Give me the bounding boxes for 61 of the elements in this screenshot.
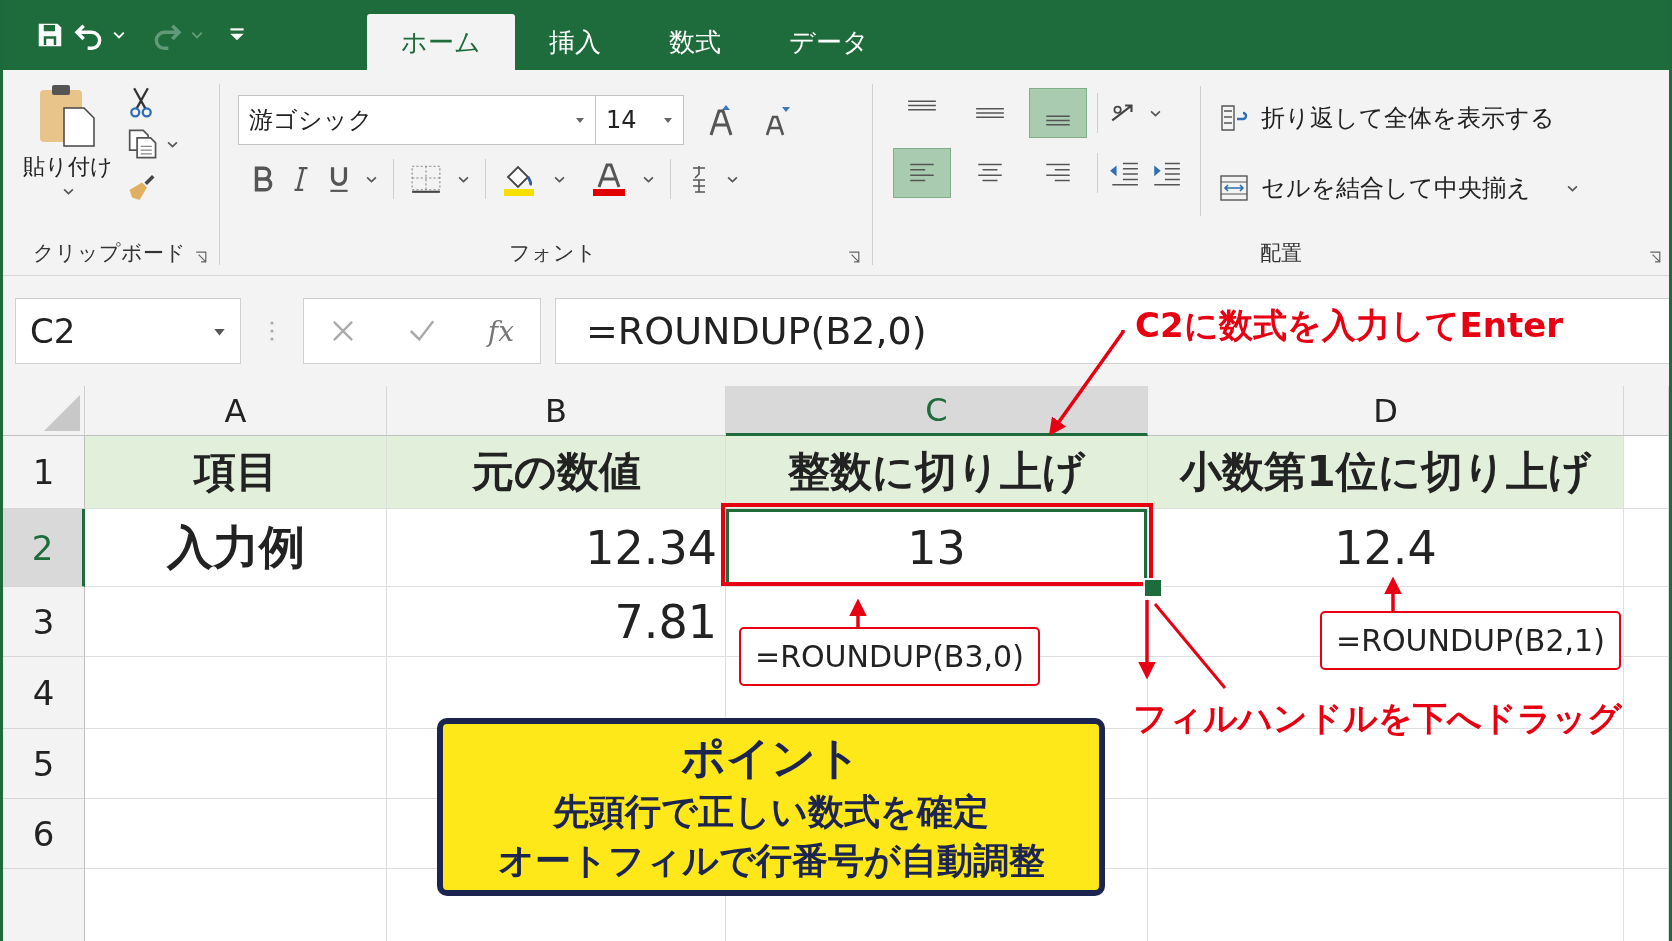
font-color-icon[interactable] xyxy=(591,161,627,197)
table-cell: 項目 xyxy=(85,436,387,509)
insert-function-button[interactable]: fx xyxy=(487,314,514,348)
table-cell: 小数第1位に切り上げ xyxy=(1148,436,1624,509)
point-text: 先頭行で正しい数式を確定 xyxy=(553,789,989,834)
table-cell: 整数に切り上げ xyxy=(726,436,1148,509)
row-header[interactable]: 4 xyxy=(3,657,85,729)
underline-icon[interactable] xyxy=(328,165,350,193)
callout-text: フィルハンドルを下へドラッグ xyxy=(1133,697,1622,740)
caret-icon[interactable] xyxy=(113,29,125,41)
formula-note: =ROUNDUP(B2,1) xyxy=(1320,611,1621,670)
column-header[interactable]: B xyxy=(387,386,726,436)
column-header[interactable]: D xyxy=(1148,386,1624,436)
column-header[interactable]: A xyxy=(85,386,387,436)
column-header[interactable]: C xyxy=(726,386,1148,436)
launcher-icon[interactable] xyxy=(848,251,860,263)
wrap-text-icon[interactable] xyxy=(1219,103,1249,133)
point-title: ポイント xyxy=(681,730,861,785)
row-header[interactable]: 2 xyxy=(3,509,85,587)
arrow xyxy=(1384,576,1402,611)
table-cell: 12.34 xyxy=(387,509,726,587)
table-cell: 入力例 xyxy=(85,509,387,587)
callout-text: C2に数式を入力してEnter xyxy=(1135,304,1564,347)
font-name-dropdown[interactable]: 游ゴシック xyxy=(238,95,596,145)
ribbon-tab[interactable]: データ xyxy=(755,14,903,70)
fill-handle[interactable] xyxy=(1143,578,1163,598)
group-label: クリップボード xyxy=(32,240,186,267)
merge-center-button[interactable]: セルを結合して中央揃え xyxy=(1261,172,1531,204)
borders-icon[interactable] xyxy=(410,164,442,194)
table-cell: 元の数値 xyxy=(387,436,726,509)
row-header[interactable]: 1 xyxy=(3,436,85,509)
copy-icon[interactable] xyxy=(127,128,157,160)
ribbon-tab[interactable]: 数式 xyxy=(635,14,755,70)
caret-icon[interactable] xyxy=(663,115,673,125)
row-header[interactable]: 5 xyxy=(3,729,85,799)
point-text: オートフィルで行番号が自動調整 xyxy=(497,838,1045,883)
bottom-align-icon[interactable] xyxy=(1029,88,1087,138)
group-label: 配置 xyxy=(1260,240,1302,267)
formula-note: =ROUNDUP(B3,0) xyxy=(739,627,1040,686)
launcher-icon[interactable] xyxy=(195,251,207,263)
paste-label[interactable]: 貼り付け xyxy=(23,152,113,182)
bold-icon[interactable] xyxy=(252,166,274,192)
arrow xyxy=(849,598,867,627)
group-label: フォント xyxy=(509,240,597,267)
row-header[interactable]: 3 xyxy=(3,587,85,657)
merge-center-icon[interactable] xyxy=(1219,173,1249,203)
launcher-icon[interactable] xyxy=(1649,251,1661,263)
ribbon-tab[interactable]: ホーム xyxy=(367,14,515,70)
caret-icon[interactable] xyxy=(62,186,74,197)
wrap-text-button[interactable]: 折り返して全体を表示する xyxy=(1261,102,1555,134)
font-size-dropdown[interactable]: 14 xyxy=(596,95,684,145)
row-header[interactable]: 6 xyxy=(3,799,85,869)
scissors-icon[interactable] xyxy=(127,86,155,118)
caret-icon[interactable] xyxy=(575,115,585,125)
table-cell: 13 xyxy=(726,509,1148,587)
table-cell: 7.81 xyxy=(387,587,726,657)
ribbon-tab[interactable]: 挿入 xyxy=(515,14,635,70)
customize-icon[interactable] xyxy=(229,27,245,43)
align-left-icon[interactable] xyxy=(893,148,951,198)
name-box[interactable]: C2 xyxy=(15,298,241,364)
grip-icon xyxy=(269,319,275,343)
